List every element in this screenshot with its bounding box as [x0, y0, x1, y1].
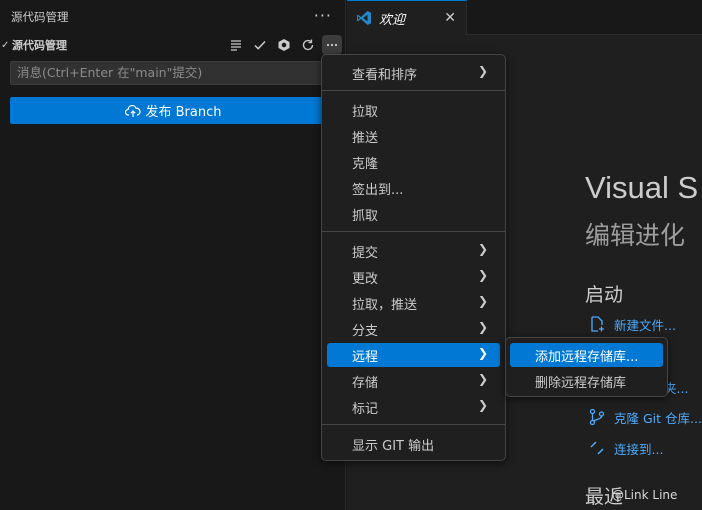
more-actions-button[interactable] — [322, 35, 342, 55]
more-actions-menu: 查看和排序 ❯ 拉取 推送 克隆 签出到... 抓取 提交 ❯ 更改 ❯ 拉取，… — [321, 54, 506, 461]
tab-label: 欢迎 — [379, 12, 406, 28]
menu-item-tags[interactable]: 标记 ❯ — [327, 395, 500, 419]
menu-separator — [322, 231, 505, 232]
new-file-icon — [591, 316, 604, 332]
tab-welcome[interactable]: 欢迎 ✕ — [347, 0, 467, 35]
chevron-right-icon: ❯ — [477, 320, 488, 334]
chevron-right-icon: ❯ — [477, 346, 488, 360]
more-actions-icon[interactable]: ··· — [314, 6, 332, 26]
menu-item-label: 提交 — [352, 245, 379, 261]
welcome-title: Visual S — [585, 170, 699, 205]
repository-name: 源代码管理 — [12, 39, 67, 52]
menu-item-fetch[interactable]: 抓取 — [327, 202, 500, 226]
menu-item-label: 显示 GIT 输出 — [352, 438, 435, 454]
commit-message-input[interactable]: 消息(Ctrl+Enter 在"main"提交) — [10, 61, 336, 85]
watermark-text: @Link Line — [612, 488, 678, 502]
chevron-right-icon: ❯ — [477, 268, 488, 282]
chevron-down-icon[interactable]: ✓ — [1, 40, 11, 51]
menu-item-label: 查看和排序 — [352, 67, 418, 83]
submenu-item-remove-remote[interactable]: 删除远程存储库 — [510, 369, 663, 393]
menu-item-commit[interactable]: 提交 ❯ — [327, 239, 500, 263]
chevron-right-icon: ❯ — [477, 294, 488, 308]
editor-tab-bar: 欢迎 ✕ — [347, 0, 702, 35]
submenu-item-add-remote[interactable]: 添加远程存储库... — [510, 343, 663, 367]
menu-item-label: 更改 — [352, 271, 379, 287]
chevron-right-icon: ❯ — [477, 372, 488, 386]
menu-item-clone[interactable]: 克隆 — [327, 150, 500, 174]
commit-check-icon[interactable] — [250, 35, 270, 55]
menu-item-branch[interactable]: 分支 ❯ — [327, 317, 500, 341]
connect-to-link[interactable]: 连接到... — [588, 437, 663, 459]
clone-repo-label: 克隆 Git 仓库... — [614, 410, 702, 426]
chevron-right-icon: ❯ — [477, 64, 488, 78]
menu-item-label: 拉取 — [352, 104, 379, 120]
menu-item-pull-push[interactable]: 拉取，推送 ❯ — [327, 291, 500, 315]
close-icon[interactable]: ✕ — [444, 10, 456, 26]
view-as-list-icon[interactable] — [226, 35, 246, 55]
menu-item-checkout-to[interactable]: 签出到... — [327, 176, 500, 200]
menu-item-label: 克隆 — [352, 156, 379, 172]
publish-branch-label: 发布 Branch — [145, 105, 222, 120]
menu-item-label: 签出到... — [352, 182, 404, 198]
cloud-upload-icon — [124, 104, 141, 117]
panel-header: 源代码管理 ··· — [0, 0, 346, 34]
refresh-icon[interactable] — [298, 35, 318, 55]
vscode-logo-icon — [357, 11, 371, 25]
menu-item-label: 远程 — [352, 349, 379, 365]
menu-item-stash[interactable]: 存储 ❯ — [327, 369, 500, 393]
menu-item-view-and-sort[interactable]: 查看和排序 ❯ — [327, 61, 500, 85]
menu-item-label: 拉取，推送 — [352, 297, 418, 313]
source-control-icon — [589, 408, 605, 426]
chevron-right-icon: ❯ — [477, 242, 488, 256]
commit-placeholder: 消息(Ctrl+Enter 在"main"提交) — [17, 65, 203, 80]
copilot-sparkle-icon[interactable] — [274, 35, 294, 55]
connect-to-label: 连接到... — [614, 441, 664, 457]
repository-header[interactable]: ✓ 源代码管理 — [0, 34, 346, 56]
menu-separator — [322, 424, 505, 425]
start-heading: 启动 — [585, 284, 624, 306]
menu-item-pull[interactable]: 拉取 — [327, 98, 500, 122]
remote-submenu: 添加远程存储库... 删除远程存储库 — [505, 337, 668, 397]
new-file-label: 新建文件... — [614, 317, 676, 333]
menu-item-label: 推送 — [352, 130, 379, 146]
submenu-item-label: 添加远程存储库... — [535, 349, 639, 365]
menu-item-show-git-output[interactable]: 显示 GIT 输出 — [327, 432, 500, 456]
new-file-link[interactable]: 新建文件... — [588, 313, 676, 335]
chevron-right-icon: ❯ — [477, 398, 488, 412]
menu-item-label: 抓取 — [352, 208, 379, 224]
source-control-panel: 源代码管理 ··· ✓ 源代码管理 消息(Ctrl+Enter 在"main"提… — [0, 0, 346, 510]
menu-separator — [322, 90, 505, 91]
menu-item-label: 分支 — [352, 323, 379, 339]
menu-item-changes[interactable]: 更改 ❯ — [327, 265, 500, 289]
submenu-item-label: 删除远程存储库 — [535, 375, 627, 391]
menu-item-remote[interactable]: 远程 ❯ — [327, 343, 500, 367]
panel-title: 源代码管理 — [11, 10, 69, 24]
remote-connect-icon — [590, 441, 604, 455]
menu-item-label: 标记 — [352, 401, 379, 417]
menu-item-label: 存储 — [352, 375, 379, 391]
publish-branch-button[interactable]: 发布 Branch — [10, 97, 336, 124]
welcome-subtitle: 编辑进化 — [585, 221, 686, 250]
menu-item-push[interactable]: 推送 — [327, 124, 500, 148]
clone-repo-link[interactable]: 克隆 Git 仓库... — [588, 406, 702, 428]
